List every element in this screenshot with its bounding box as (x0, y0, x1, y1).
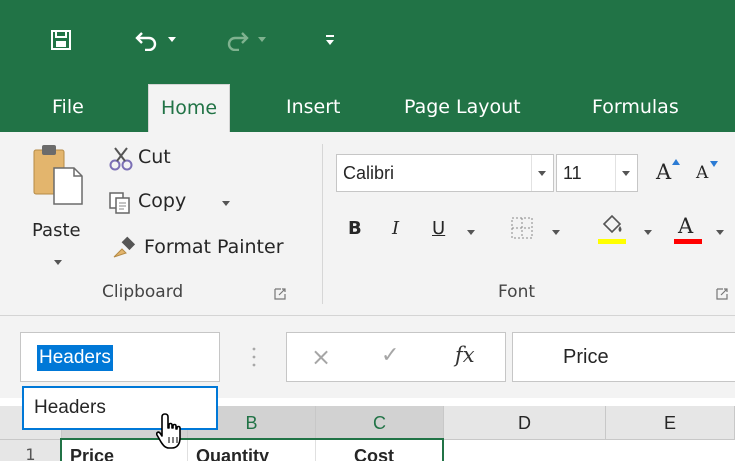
fill-color-button[interactable] (594, 212, 634, 248)
named-range-item[interactable]: Headers (34, 397, 106, 419)
chevron-down-icon (622, 171, 630, 176)
font-name-value: Calibri (343, 163, 395, 183)
paste-dropdown-icon (54, 260, 62, 265)
cell-c1[interactable]: Cost (316, 440, 444, 461)
borders-icon (511, 217, 533, 239)
row-header-1[interactable]: 1 (0, 440, 62, 461)
clipboard-group-label: Clipboard (102, 282, 184, 302)
copy-dropdown-icon (222, 201, 230, 206)
name-box[interactable]: Headers (20, 332, 220, 382)
fill-color-dropdown-icon[interactable] (644, 230, 652, 235)
format-painter-label: Format Painter (144, 236, 284, 258)
tab-insert[interactable]: Insert (274, 82, 353, 132)
undo-icon[interactable] (132, 22, 162, 58)
ribbon: Paste Cut Copy Format Painter Clipboard … (0, 132, 735, 316)
caret-up-icon (672, 159, 680, 165)
font-launcher-icon[interactable] (716, 288, 728, 300)
font-group-label: Font (498, 282, 536, 302)
grow-font-label: A (656, 160, 672, 184)
tab-page-layout[interactable]: Page Layout (392, 82, 533, 132)
underline-dropdown-icon[interactable] (467, 230, 475, 235)
save-icon[interactable] (46, 22, 76, 58)
cell-b1[interactable]: Quantity (188, 440, 316, 461)
caret-down-icon (710, 161, 718, 167)
column-header-e[interactable]: E (606, 406, 735, 440)
name-box-value: Headers (37, 345, 113, 371)
format-painter-button[interactable]: Format Painter (112, 230, 312, 264)
underline-label: U (432, 218, 446, 239)
formula-bar-resize-handle[interactable] (252, 346, 256, 368)
paintbrush-icon (113, 236, 136, 258)
underline-button[interactable]: U (426, 212, 456, 248)
insert-function-button[interactable]: fx (455, 343, 475, 367)
redo-dropdown-icon[interactable] (254, 22, 270, 58)
name-box-dropdown: Headers (22, 386, 218, 430)
grow-font-button[interactable]: A (650, 154, 684, 192)
customize-qat-icon[interactable] (322, 22, 338, 58)
cancel-button[interactable]: × (311, 343, 331, 371)
font-size-value: 11 (563, 163, 582, 183)
formula-input[interactable]: Price (512, 332, 735, 382)
font-color-button[interactable]: A (672, 212, 708, 248)
borders-dropdown-icon[interactable] (552, 230, 560, 235)
font-color-label: A (678, 214, 694, 238)
tab-file[interactable]: File (40, 82, 96, 132)
font-color-swatch (674, 239, 702, 244)
paste-icon (33, 145, 83, 205)
scissors-icon (109, 147, 133, 171)
font-size-dropdown[interactable]: 11 (556, 154, 638, 192)
quick-access-toolbar (0, 0, 735, 82)
hand-pointer-icon (156, 413, 181, 449)
tab-home[interactable]: Home (148, 84, 231, 132)
paint-bucket-icon (602, 214, 622, 234)
fill-color-swatch (598, 239, 626, 244)
column-header-c[interactable]: C (316, 406, 444, 440)
clipboard-launcher-icon[interactable] (274, 288, 286, 300)
redo-icon[interactable] (222, 22, 252, 58)
column-header-d[interactable]: D (444, 406, 606, 440)
chevron-down-icon (538, 171, 546, 176)
paste-button[interactable]: Paste (30, 140, 92, 268)
group-separator (322, 144, 323, 304)
formula-value: Price (563, 346, 609, 368)
title-bar (0, 0, 735, 82)
shrink-font-label: A (696, 163, 709, 183)
cut-label: Cut (138, 146, 171, 168)
italic-label: I (392, 218, 400, 239)
ribbon-tabs: File Home Insert Page Layout Formulas (0, 82, 735, 132)
undo-dropdown-icon[interactable] (164, 22, 180, 58)
copy-button[interactable]: Copy (108, 186, 248, 220)
formula-buttons: × ✓ fx (286, 332, 506, 382)
font-name-dropdown[interactable]: Calibri (336, 154, 554, 192)
borders-button[interactable] (510, 216, 538, 244)
bold-label: B (348, 218, 362, 239)
paste-label: Paste (32, 220, 81, 241)
font-color-dropdown-icon[interactable] (716, 230, 724, 235)
shrink-font-button[interactable]: A (690, 154, 730, 192)
enter-button[interactable]: ✓ (381, 343, 399, 368)
tab-formulas[interactable]: Formulas (580, 82, 691, 132)
copy-icon (109, 192, 130, 214)
bold-button[interactable]: B (342, 212, 372, 248)
italic-button[interactable]: I (384, 212, 414, 248)
copy-label: Copy (138, 190, 187, 212)
cut-button[interactable]: Cut (108, 142, 218, 176)
